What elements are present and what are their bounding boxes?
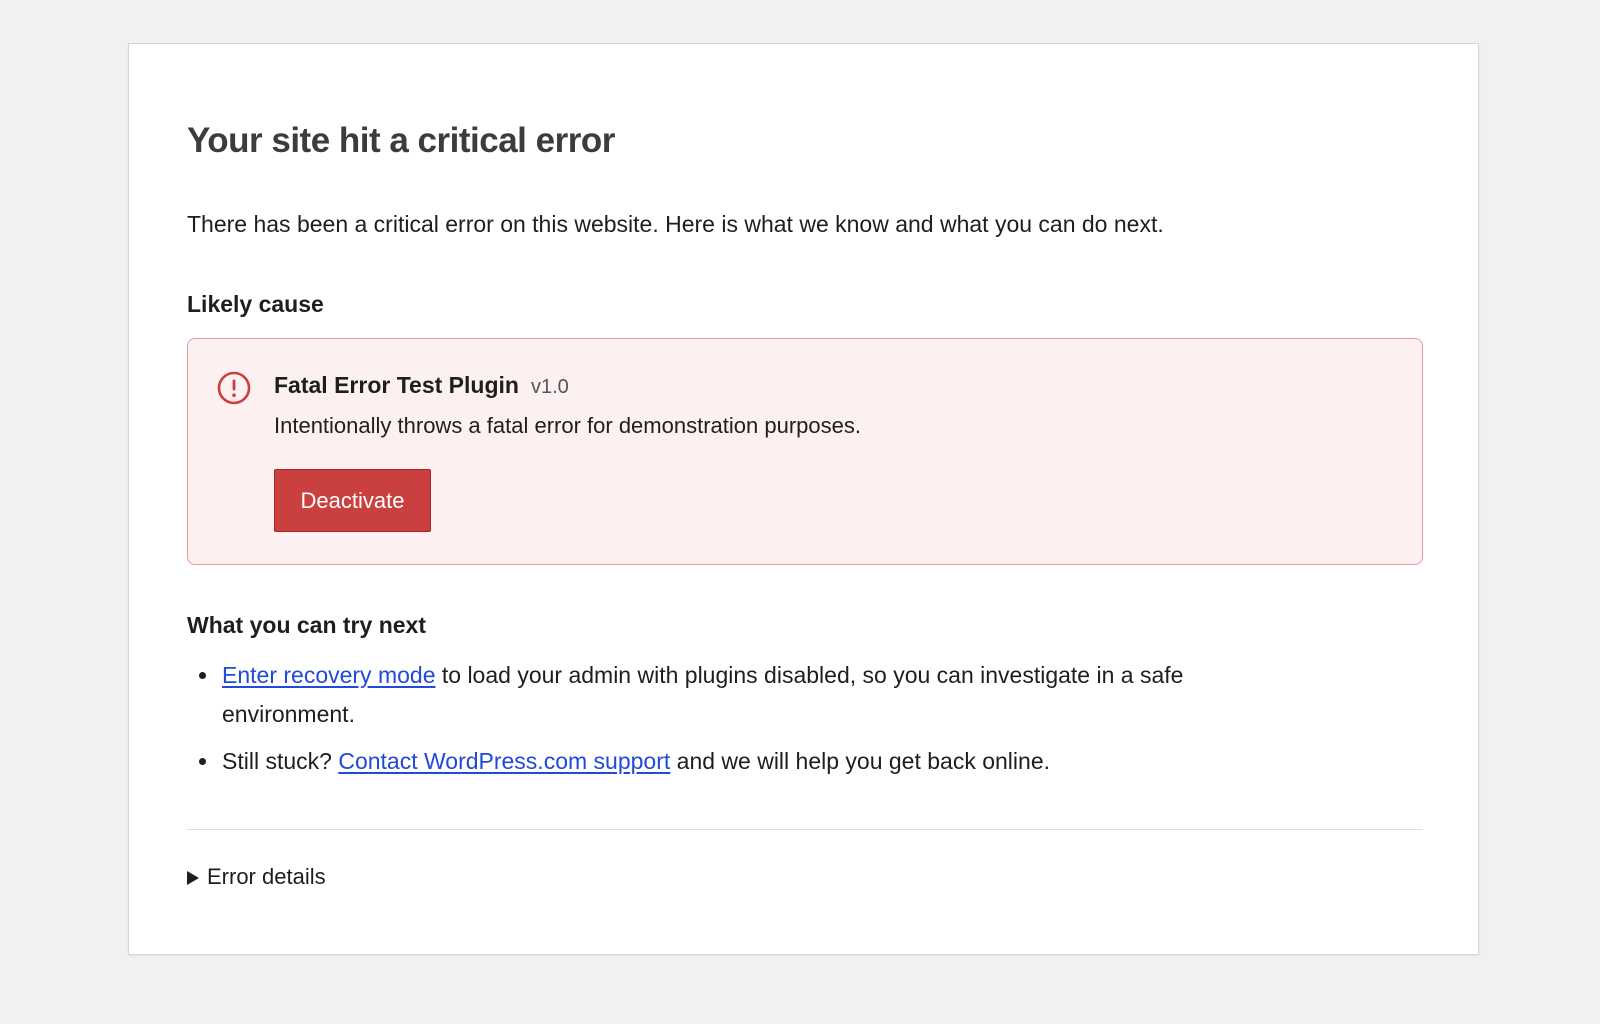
plugin-name: Fatal Error Test Plugin: [274, 372, 519, 398]
page-title: Your site hit a critical error: [187, 121, 615, 160]
list-item-text: Still stuck?: [222, 748, 339, 774]
recovery-mode-link[interactable]: Enter recovery mode: [222, 662, 435, 688]
likely-cause-heading: Likely cause: [187, 291, 324, 317]
error-details-label: Error details: [207, 864, 326, 889]
plugin-version: v1.0: [530, 376, 569, 398]
list-item: Still stuck? Contact WordPress.com suppo…: [187, 742, 1247, 781]
deactivate-button[interactable]: Deactivate: [274, 469, 431, 532]
error-card: Your site hit a critical error There has…: [128, 43, 1479, 955]
next-steps-heading: What you can try next: [187, 612, 426, 638]
alert-circle-icon: [217, 371, 251, 405]
caret-right-icon: [187, 871, 199, 885]
likely-cause-box: Fatal Error Test Plugin v1.0 Intentionall…: [187, 338, 1423, 565]
list-item-text: and we will help you get back online.: [670, 748, 1051, 774]
plugin-info: Fatal Error Test Plugin v1.0: [274, 369, 569, 405]
bullet: [199, 758, 206, 765]
list-item: Enter recovery mode to load your admin w…: [187, 656, 1247, 734]
error-details-toggle[interactable]: Error details: [187, 862, 326, 892]
contact-support-link[interactable]: Contact WordPress.com support: [338, 748, 670, 774]
next-steps-list: Enter recovery mode to load your admin w…: [187, 656, 1247, 781]
intro-text: There has been a critical error on this …: [187, 211, 1164, 237]
plugin-description: Intentionally throws a fatal error for d…: [274, 413, 861, 438]
divider: [187, 829, 1423, 830]
bullet: [199, 672, 206, 679]
